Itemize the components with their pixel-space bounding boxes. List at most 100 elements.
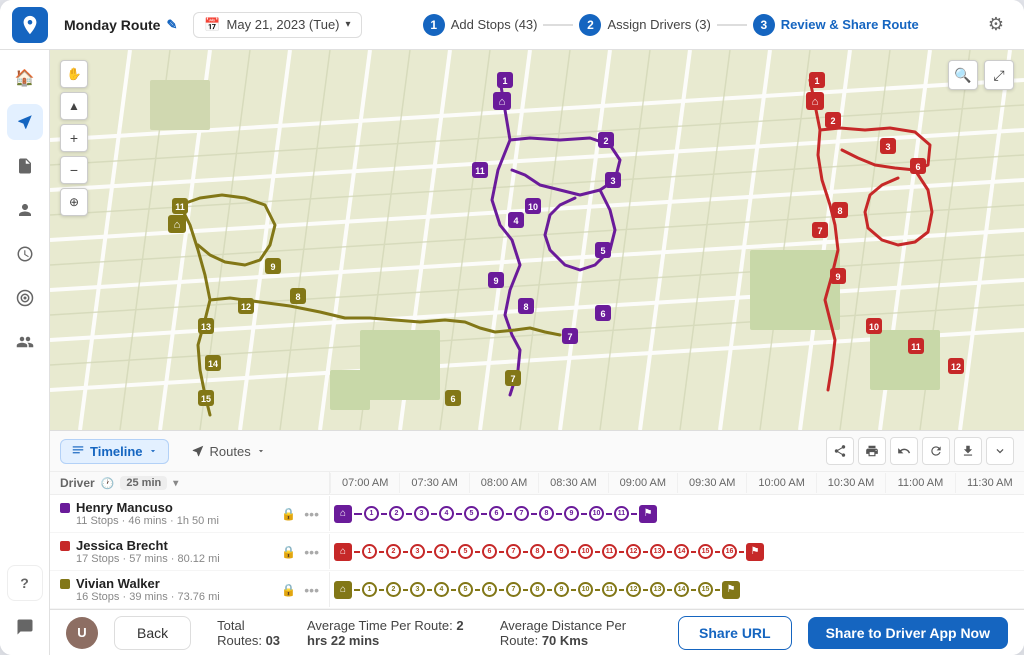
sidebar-item-route[interactable] bbox=[7, 104, 43, 140]
step-2[interactable]: 2 Assign Drivers (3) bbox=[579, 14, 710, 36]
svg-text:14: 14 bbox=[208, 359, 218, 369]
lock-icon-henry: 🔒 bbox=[281, 507, 296, 521]
stop-dot: 8 bbox=[530, 582, 545, 597]
sidebar-item-contacts[interactable] bbox=[7, 324, 43, 360]
routes-tab[interactable]: Routes bbox=[181, 440, 276, 463]
pointer-mode-button[interactable]: ▲ bbox=[60, 92, 88, 120]
svg-text:9: 9 bbox=[270, 262, 275, 272]
timeline-tab-label: Timeline bbox=[90, 444, 143, 459]
share-driver-app-button[interactable]: Share to Driver App Now bbox=[808, 617, 1008, 649]
stop-dot: 6 bbox=[482, 582, 497, 597]
svg-text:6: 6 bbox=[600, 309, 605, 319]
svg-text:⌂: ⌂ bbox=[812, 96, 819, 108]
sidebar-bottom: ? bbox=[7, 565, 43, 645]
settings-button[interactable]: ⚙ bbox=[980, 9, 1012, 41]
svg-text:6: 6 bbox=[450, 394, 455, 404]
svg-text:7: 7 bbox=[510, 374, 515, 384]
sidebar-item-chat[interactable] bbox=[7, 609, 43, 645]
more-icon-vivian[interactable]: ••• bbox=[304, 582, 319, 598]
route-connector bbox=[403, 589, 408, 591]
time-slot-1: 07:30 AM bbox=[399, 473, 468, 493]
route-connector bbox=[667, 589, 672, 591]
route-connector bbox=[379, 551, 384, 553]
svg-text:1: 1 bbox=[814, 76, 819, 86]
refresh-button[interactable] bbox=[922, 437, 950, 465]
driver-info-jessica: Jessica Brecht 17 Stops · 57 mins · 80.1… bbox=[50, 534, 330, 569]
route-connector bbox=[381, 513, 387, 515]
more-icon-henry[interactable]: ••• bbox=[304, 506, 319, 522]
stop-dot: 4 bbox=[434, 582, 449, 597]
stop-dot: 5 bbox=[458, 582, 473, 597]
sidebar-item-help[interactable]: ? bbox=[7, 565, 43, 601]
route-connector bbox=[531, 513, 537, 515]
driver-stats-vivian: 16 Stops · 39 mins · 73.76 mi bbox=[60, 591, 220, 603]
step-1[interactable]: 1 Add Stops (43) bbox=[423, 14, 538, 36]
timeline-grid-header: Driver 🕐 25 min ▾ 07:00 AM 07:30 AM 08:0… bbox=[50, 472, 1024, 495]
stop-dot: 16 bbox=[722, 544, 737, 559]
date-selector[interactable]: 📅 May 21, 2023 (Tue) ▾ bbox=[193, 12, 361, 38]
step-divider-1 bbox=[543, 24, 573, 26]
locate-button[interactable]: ⊕ bbox=[60, 188, 88, 216]
more-options-button[interactable] bbox=[986, 437, 1014, 465]
sidebar-item-target[interactable] bbox=[7, 280, 43, 316]
sidebar-item-drivers[interactable] bbox=[7, 192, 43, 228]
stop-dot: 11 bbox=[602, 582, 617, 597]
search-map-button[interactable]: 🔍 bbox=[948, 60, 978, 90]
route-connector bbox=[499, 551, 504, 553]
timeline-header: Timeline Routes bbox=[50, 431, 1024, 472]
zoom-out-button[interactable]: − bbox=[60, 156, 88, 184]
svg-text:10: 10 bbox=[869, 322, 879, 332]
svg-text:15: 15 bbox=[201, 394, 211, 404]
route-connector bbox=[427, 551, 432, 553]
driver-col-label: Driver bbox=[60, 476, 95, 490]
stop-dot: 5 bbox=[458, 544, 473, 559]
zoom-in-button[interactable]: + bbox=[60, 124, 88, 152]
stop-dot: 9 bbox=[554, 544, 569, 559]
map-controls: ✋ ▲ + − ⊕ bbox=[60, 60, 88, 216]
share-timeline-button[interactable] bbox=[826, 437, 854, 465]
pan-mode-button[interactable]: ✋ bbox=[60, 60, 88, 88]
route-connector bbox=[475, 589, 480, 591]
time-slot-9: 11:30 AM bbox=[955, 473, 1024, 493]
route-connector bbox=[595, 589, 600, 591]
route-connector bbox=[739, 551, 744, 553]
route-connector bbox=[427, 589, 432, 591]
sidebar-item-stops[interactable] bbox=[7, 148, 43, 184]
lock-icon-vivian: 🔒 bbox=[281, 583, 296, 597]
download-button[interactable] bbox=[954, 437, 982, 465]
share-url-button[interactable]: Share URL bbox=[678, 616, 792, 650]
svg-text:10: 10 bbox=[528, 202, 538, 212]
end-flag-henry: ⚑ bbox=[639, 505, 657, 523]
stop-dot: 1 bbox=[362, 582, 377, 597]
map-area: 1 2 3 4 5 6 7 8 bbox=[50, 50, 1024, 430]
svg-text:7: 7 bbox=[567, 332, 572, 342]
sidebar-item-schedule[interactable] bbox=[7, 236, 43, 272]
sidebar-item-home[interactable]: 🏠 bbox=[7, 60, 43, 96]
stop-dot: 15 bbox=[698, 582, 713, 597]
svg-text:3: 3 bbox=[885, 142, 890, 152]
more-icon-jessica[interactable]: ••• bbox=[304, 544, 319, 560]
timeline-panel: Timeline Routes bbox=[50, 430, 1024, 609]
lock-icon-jessica: 🔒 bbox=[281, 545, 296, 559]
undo-button[interactable] bbox=[890, 437, 918, 465]
driver-info-henry: Henry Mancuso 11 Stops · 46 mins · 1h 50… bbox=[50, 496, 330, 531]
route-connector bbox=[523, 589, 528, 591]
stop-dot: 12 bbox=[626, 544, 641, 559]
route-connector bbox=[354, 589, 360, 591]
route-connector bbox=[715, 589, 720, 591]
step-3[interactable]: 3 Review & Share Route bbox=[753, 14, 919, 36]
edit-route-icon[interactable]: ✎ bbox=[166, 17, 177, 33]
back-button[interactable]: Back bbox=[114, 616, 191, 650]
print-button[interactable] bbox=[858, 437, 886, 465]
fullscreen-button[interactable]: ⤢ bbox=[984, 60, 1014, 90]
timeline-tab[interactable]: Timeline bbox=[60, 439, 169, 464]
route-connector bbox=[571, 589, 576, 591]
svg-text:13: 13 bbox=[201, 322, 211, 332]
driver-name-henry: Henry Mancuso bbox=[60, 500, 219, 515]
home-stop-vivian: ⌂ bbox=[334, 581, 352, 599]
stop-dot: 2 bbox=[389, 506, 404, 521]
route-connector bbox=[475, 551, 480, 553]
stop-dot: 6 bbox=[482, 544, 497, 559]
driver-name-vivian: Vivian Walker bbox=[60, 576, 220, 591]
route-name-label: Monday Route bbox=[64, 17, 160, 33]
